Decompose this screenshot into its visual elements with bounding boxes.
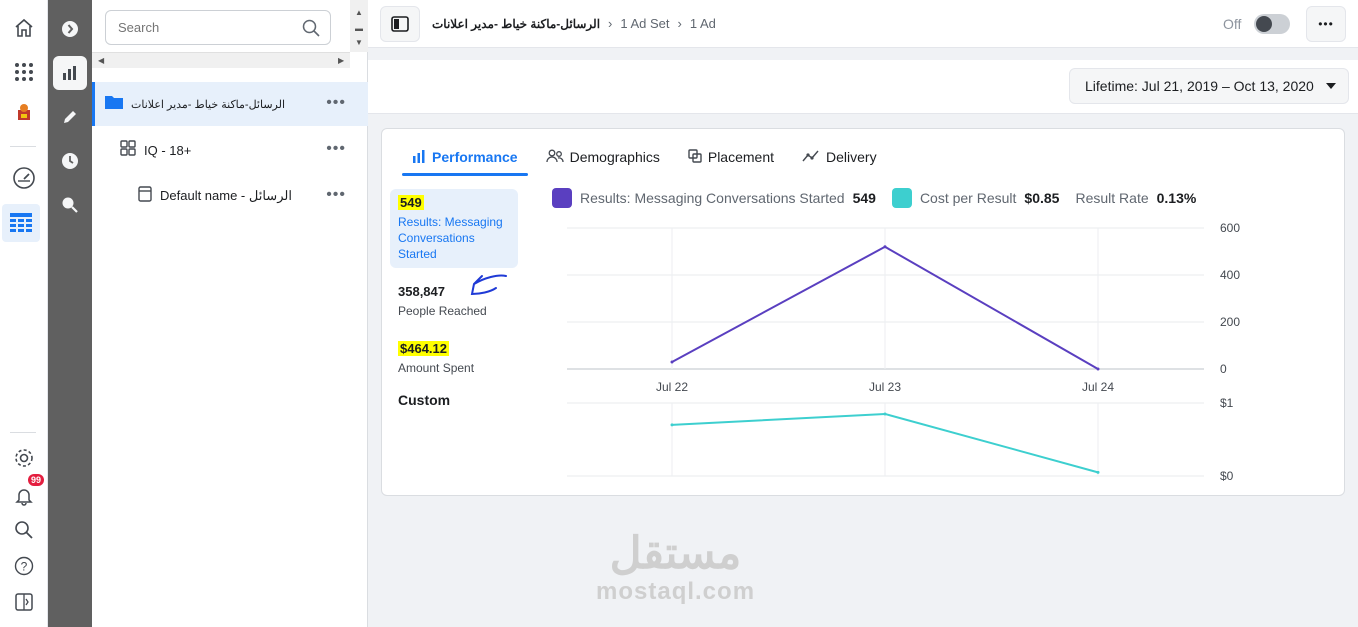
global-nav: 99 ? bbox=[0, 0, 48, 627]
breadcrumb: الرسائل-ماكنة خياط -مدير اعلانات › 1 Ad … bbox=[432, 16, 716, 31]
horizontal-scrollbar[interactable]: ◀ ▶ bbox=[92, 52, 350, 68]
help-icon[interactable]: ? bbox=[8, 550, 40, 582]
more-options-icon: ••• bbox=[1318, 17, 1334, 31]
chevron-right-icon: › bbox=[608, 16, 613, 31]
side-panel-toggle-icon[interactable] bbox=[380, 6, 420, 42]
x-tick-label: Jul 24 bbox=[1082, 380, 1114, 394]
y-tick-label: 400 bbox=[1220, 268, 1240, 282]
search-icon[interactable] bbox=[302, 19, 320, 42]
chevron-right-icon: › bbox=[677, 16, 682, 31]
tree-item-label: Default name - الرسائل bbox=[160, 188, 292, 203]
home-icon[interactable] bbox=[8, 12, 40, 44]
data-point bbox=[1096, 470, 1100, 474]
notifications-bell-icon[interactable]: 99 bbox=[8, 474, 44, 512]
adset-grid-icon bbox=[120, 139, 136, 161]
app-root: 99 ? Search ▲ ▬ ▼ ◀ ▶ الرسائل-ماكنة خياط… bbox=[0, 0, 1358, 627]
top-bar: الرسائل-ماكنة خياط -مدير اعلانات › 1 Ad … bbox=[368, 0, 1358, 48]
search-icon[interactable] bbox=[8, 514, 40, 546]
data-point bbox=[1096, 367, 1100, 371]
expand-arrow-icon[interactable] bbox=[53, 12, 87, 46]
dashboard-gauge-icon[interactable] bbox=[8, 162, 40, 194]
settings-gear-icon[interactable] bbox=[8, 442, 40, 474]
tree-item-adset[interactable]: IQ - 18+ ••• bbox=[92, 128, 368, 172]
x-tick-label: Jul 22 bbox=[656, 380, 688, 394]
tree-item-label: IQ - 18+ bbox=[144, 142, 192, 158]
y-tick-label: $0 bbox=[1220, 469, 1234, 483]
breadcrumb-campaign[interactable]: الرسائل-ماكنة خياط -مدير اعلانات bbox=[432, 17, 600, 31]
vertical-scrollbar[interactable]: ▲ ▬ ▼ bbox=[350, 0, 368, 52]
y-tick-label: 0 bbox=[1220, 362, 1227, 376]
data-point bbox=[670, 360, 674, 364]
date-range-picker[interactable]: Lifetime: Jul 21, 2019 – Oct 13, 2020 bbox=[1069, 68, 1349, 104]
date-bar: Lifetime: Jul 21, 2019 – Oct 13, 2020 bbox=[368, 60, 1358, 114]
watermark-arabic: مستقل bbox=[609, 529, 742, 578]
watermark: مستقل mostaql.com bbox=[596, 530, 755, 606]
ad-frame-icon bbox=[138, 185, 152, 207]
insights-card: Performance Demographics Placement Deliv… bbox=[381, 128, 1345, 496]
date-range-label: Lifetime: Jul 21, 2019 – Oct 13, 2020 bbox=[1085, 78, 1314, 94]
performance-chart-icon[interactable] bbox=[53, 56, 87, 90]
tree-item-ad[interactable]: Default name - الرسائل ••• bbox=[92, 174, 368, 218]
data-point bbox=[883, 245, 887, 249]
inspect-search-icon[interactable] bbox=[53, 188, 87, 222]
notification-badge: 99 bbox=[27, 474, 44, 486]
account-avatar-icon[interactable] bbox=[8, 96, 40, 128]
tree-item-campaign[interactable]: الرسائل-ماكنة خياط -مدير اعلانات ••• bbox=[92, 82, 368, 126]
y-tick-label: $1 bbox=[1220, 396, 1234, 410]
history-clock-icon[interactable] bbox=[53, 144, 87, 178]
performance-chart: 600 400 200 0 Jul 22 Jul 23 Jul 24 $1 $0 bbox=[567, 221, 1240, 483]
more-options-icon[interactable]: ••• bbox=[326, 186, 346, 204]
more-actions-button[interactable]: ••• bbox=[1306, 6, 1346, 42]
breadcrumb-adset[interactable]: 1 Ad Set bbox=[620, 16, 669, 31]
y-tick-label: 600 bbox=[1220, 221, 1240, 235]
more-options-icon[interactable]: ••• bbox=[326, 140, 346, 158]
main-content: الرسائل-ماكنة خياط -مدير اعلانات › 1 Ad … bbox=[368, 0, 1358, 627]
watermark-latin: mostaql.com bbox=[596, 578, 756, 605]
tool-rail bbox=[48, 0, 92, 627]
x-tick-label: Jul 23 bbox=[869, 380, 901, 394]
breadcrumb-ad[interactable]: 1 Ad bbox=[690, 16, 716, 31]
y-tick-label: 200 bbox=[1220, 315, 1240, 329]
campaign-tree-panel: ▲ ▬ ▼ ◀ ▶ الرسائل-ماكنة خياط -مدير اعلان… bbox=[92, 0, 368, 627]
svg-text:?: ? bbox=[21, 560, 28, 574]
toggle-panel-icon[interactable] bbox=[8, 586, 40, 618]
data-point bbox=[670, 423, 674, 427]
edit-pencil-icon[interactable] bbox=[53, 100, 87, 134]
more-options-icon[interactable]: ••• bbox=[326, 94, 346, 112]
ads-manager-table-icon[interactable] bbox=[2, 204, 40, 242]
search-box bbox=[105, 10, 331, 45]
ad-on-off-toggle[interactable] bbox=[1254, 14, 1290, 34]
caret-down-icon bbox=[1326, 83, 1336, 89]
apps-grid-icon[interactable] bbox=[8, 56, 40, 88]
search-input[interactable] bbox=[106, 11, 296, 44]
folder-icon bbox=[105, 95, 123, 114]
tree-item-label: الرسائل-ماكنة خياط -مدير اعلانات bbox=[131, 98, 286, 111]
toggle-status-label: Off bbox=[1223, 16, 1242, 32]
data-point bbox=[883, 412, 887, 416]
